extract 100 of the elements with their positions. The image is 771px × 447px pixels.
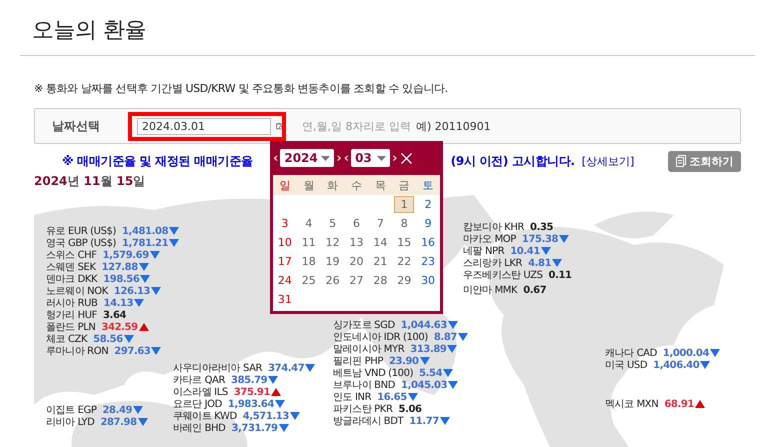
close-icon[interactable] — [401, 152, 412, 164]
exchange-rate: 16.65 — [377, 392, 407, 402]
currency-name: 방글라데시 BDT — [333, 415, 404, 428]
notice-text: (9시 이전) 고시합니다. — [450, 152, 575, 170]
next-year-arrow[interactable]: › — [336, 150, 342, 166]
page-title: 오늘의 환율 — [32, 17, 147, 45]
dropdown-caret-icon — [377, 156, 386, 160]
calendar-day[interactable]: 30 — [418, 271, 438, 290]
currency-name: 네팔 NPR — [463, 245, 504, 258]
currency-name: 카타르 QAR — [173, 374, 226, 387]
currency-name: 사우디아라비아 SAR — [173, 362, 262, 375]
calendar-day[interactable]: 10 — [275, 233, 295, 252]
exchange-rate: 175.38 — [522, 234, 558, 244]
calendar-day[interactable]: 24 — [275, 271, 295, 290]
currency-name: 리비아 LYD — [46, 416, 94, 429]
calendar-day[interactable]: 25 — [298, 271, 319, 290]
exchange-rate: 297.63 — [114, 346, 150, 356]
currency-name: 미얀마 MMK — [463, 284, 518, 297]
calendar-day[interactable]: 5 — [322, 214, 343, 233]
exchange-rate: 0.67 — [523, 284, 546, 296]
guide-text: ※ 통화와 날짜를 선택후 기간별 USD/KRW 및 주요통화 변동추이를 조회할 수 있습니다. — [34, 81, 449, 96]
exchange-rate: 5.54 — [419, 368, 442, 378]
calendar-day[interactable]: 22 — [394, 252, 414, 271]
exchange-rate: 126.13 — [114, 286, 150, 296]
calendar-day[interactable]: 16 — [418, 233, 438, 252]
year-select[interactable]: 2024 — [280, 149, 334, 167]
currency-name: 영국 GBP (US$) — [46, 237, 116, 250]
notice-text: ※ 매매기준율 및 재정된 매매기준율 — [62, 152, 253, 170]
calendar-day[interactable]: 8 — [394, 214, 414, 233]
currency-name: 미국 USD — [605, 359, 648, 372]
exchange-rate: 0.11 — [548, 270, 572, 280]
calendar-day[interactable]: 7 — [370, 214, 390, 233]
currency-name: 인도네시아 IDR (100) — [333, 331, 428, 344]
exchange-rate: 313.89 — [410, 344, 446, 354]
document-icon — [676, 155, 686, 167]
currency-name: 마카오 MOP — [463, 233, 516, 246]
exchange-rate: 1,481.08 — [122, 226, 168, 236]
search-button[interactable]: 조회하기 — [668, 150, 741, 172]
calendar-day[interactable]: 13 — [346, 233, 366, 252]
weekday-label: 월 — [302, 178, 316, 192]
currency-name: 유로 EUR (US$) — [46, 225, 116, 238]
exchange-rate: 1,045.03 — [401, 380, 448, 390]
calendar-day[interactable]: 9 — [418, 214, 438, 233]
previous-year-arrow[interactable]: ‹ — [273, 150, 278, 166]
exchange-rate: 23.90 — [388, 356, 419, 366]
calendar-day[interactable]: 15 — [394, 233, 414, 252]
calendar-day[interactable]: 21 — [370, 252, 390, 271]
exchange-rate: 1,983.64 — [228, 398, 274, 410]
exchange-rate: 342.59 — [101, 322, 138, 332]
currency-name: 스웨덴 SEK — [46, 261, 96, 274]
calendar-day[interactable]: 28 — [370, 271, 390, 290]
calendar-day[interactable]: 19 — [322, 252, 343, 271]
currency-name: 말레이시아 MYR — [333, 343, 404, 356]
currency-name: 쿠웨이트 KWD — [173, 410, 237, 423]
currency-name: 체코 CZK — [46, 333, 88, 346]
currency-name: 싱가포르 SGD — [333, 319, 395, 332]
weekday-label: 토 — [422, 178, 435, 192]
currency-name: 브루나이 BND — [333, 379, 396, 392]
currency-name: 이집트 EGP — [46, 404, 96, 417]
exchange-rate: 8.87 — [434, 332, 457, 342]
currency-name: 러시아 RUB — [46, 297, 98, 310]
calendar-day[interactable]: 18 — [298, 252, 319, 271]
currency-name: 덴마크 DKK — [46, 273, 98, 286]
calendar-day[interactable]: 12 — [322, 233, 343, 252]
calendar-day[interactable]: 14 — [370, 233, 390, 252]
calendar-day[interactable]: 29 — [394, 271, 414, 290]
calendar-day[interactable]: 4 — [298, 214, 319, 233]
date-input[interactable]: 2024.03.01 — [137, 118, 271, 134]
calendar-day[interactable]: 26 — [322, 271, 343, 290]
calendar-day[interactable]: 6 — [346, 214, 366, 233]
calendar-day[interactable]: 31 — [275, 290, 295, 309]
exchange-rate: 58.56 — [93, 334, 123, 344]
exchange-rate: 1,781.21 — [122, 238, 168, 248]
exchange-rate: 14.13 — [104, 298, 134, 308]
calendar-day[interactable]: 2 — [418, 195, 438, 214]
previous-month-arrow[interactable]: ‹ — [344, 150, 350, 166]
calendar-day[interactable]: 23 — [418, 252, 438, 271]
exchange-rate: 385.79 — [231, 374, 268, 386]
exchange-rate: 0.35 — [530, 222, 554, 232]
exchange-rate: 68.91 — [664, 398, 694, 410]
calendar-day[interactable]: 3 — [275, 214, 295, 233]
weekday-label: 화 — [326, 178, 340, 192]
calendar-day[interactable]: 27 — [346, 271, 366, 290]
exchange-rate: 3.64 — [102, 310, 126, 320]
currency-name: 스리랑카 LKR — [463, 257, 522, 270]
dropdown-caret-icon — [321, 156, 330, 160]
calendar-day[interactable]: 20 — [346, 252, 366, 271]
currency-name: 헝가리 HUF — [46, 309, 97, 322]
month-select[interactable]: 03 — [351, 149, 390, 167]
detail-link[interactable]: [상세보기] — [582, 154, 634, 168]
exchange-rate: 10.41 — [510, 246, 540, 256]
exchange-rate: 1,579.69 — [102, 250, 149, 260]
currency-name: 노르웨이 NOK — [46, 285, 108, 298]
calendar-day[interactable]: 17 — [275, 252, 295, 271]
next-month-arrow[interactable]: › — [392, 150, 398, 166]
exchange-rate: 5.06 — [398, 404, 422, 414]
currency-name: 필리핀 PHP — [333, 355, 383, 368]
exchange-rate: 4.81 — [528, 258, 552, 268]
calendar-day[interactable]: 1 — [394, 196, 414, 213]
calendar-day[interactable]: 11 — [298, 233, 319, 252]
